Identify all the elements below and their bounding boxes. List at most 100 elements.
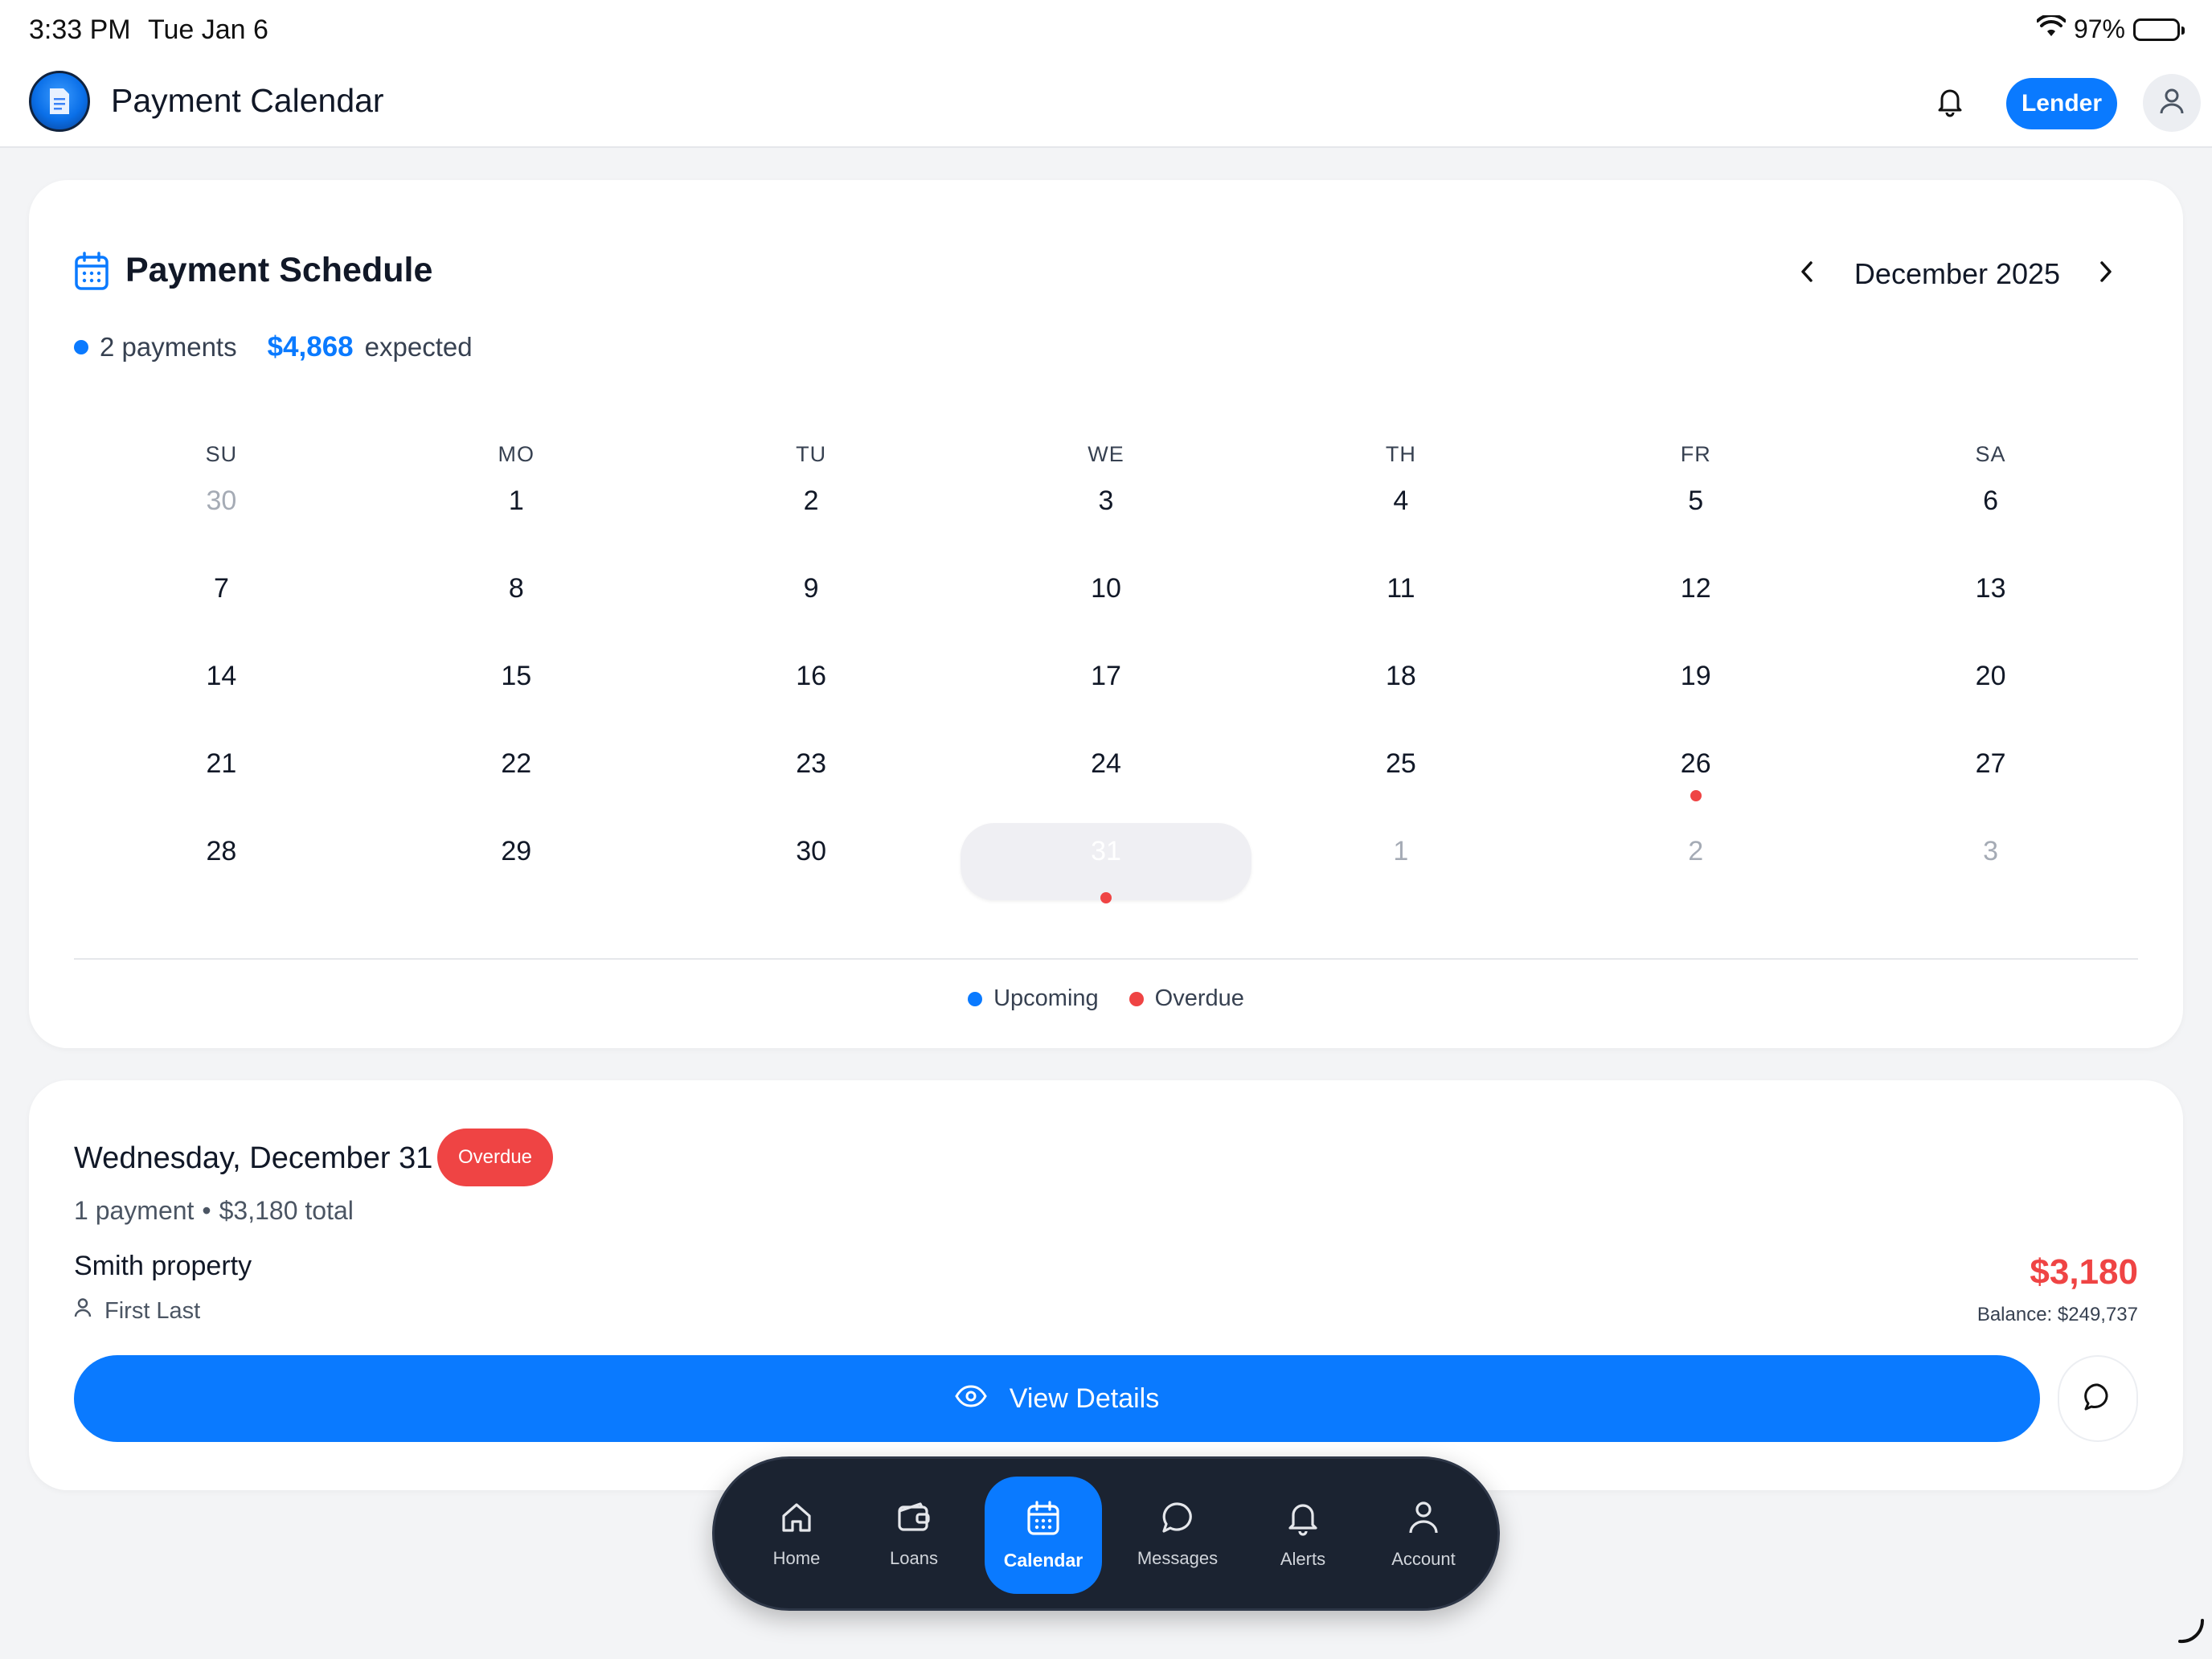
calendar-day[interactable]: 25 xyxy=(1253,739,1548,826)
day-number: 20 xyxy=(1975,661,2006,691)
battery-percent: 97% xyxy=(2073,14,2125,43)
calendar-day[interactable]: 2 xyxy=(1548,826,1843,914)
day-number: 5 xyxy=(1688,485,1704,516)
previous-month-button[interactable] xyxy=(1784,251,1829,296)
tab-loans[interactable]: Loans xyxy=(864,1483,964,1586)
calendar-day[interactable]: 13 xyxy=(1843,563,2138,651)
tab-account[interactable]: Account xyxy=(1367,1483,1480,1586)
bell-icon xyxy=(1936,85,1964,121)
legend-item: Upcoming xyxy=(968,985,1099,1012)
calendar-day[interactable]: 5 xyxy=(1548,476,1843,563)
calendar-day[interactable]: 9 xyxy=(664,563,959,651)
day-number: 17 xyxy=(1091,661,1121,691)
notifications-button[interactable] xyxy=(1926,79,1974,127)
calendar-day[interactable]: 18 xyxy=(1253,651,1548,739)
day-number: 1 xyxy=(1393,836,1409,866)
legend-dot xyxy=(968,991,983,1006)
calendar-day[interactable]: 23 xyxy=(664,739,959,826)
day-number: 14 xyxy=(206,661,237,691)
day-number: 30 xyxy=(796,836,827,866)
weekday-label: FR xyxy=(1680,442,1711,466)
message-button[interactable] xyxy=(2058,1355,2138,1442)
calendar-day[interactable]: 27 xyxy=(1843,739,2138,826)
day-number: 2 xyxy=(1688,836,1704,866)
calendar-day[interactable]: 1 xyxy=(369,476,664,563)
calendar-day[interactable]: 22 xyxy=(369,739,664,826)
calendar-day[interactable]: 7 xyxy=(74,563,369,651)
day-number: 28 xyxy=(206,836,237,866)
day-number: 8 xyxy=(508,573,524,604)
payments-count: 2 payments xyxy=(100,332,237,362)
day-number: 6 xyxy=(1983,485,1999,516)
tab-messages-label: Messages xyxy=(1137,1548,1219,1568)
payment-detail-card: Wednesday, December 31 Overdue 1 payment… xyxy=(29,1080,2183,1490)
profile-button[interactable] xyxy=(2143,74,2201,132)
calendar-day[interactable]: 2 xyxy=(664,476,959,563)
tab-account-label: Account xyxy=(1391,1549,1456,1569)
calendar-day[interactable]: 11 xyxy=(1253,563,1548,651)
wallet-icon xyxy=(896,1500,932,1540)
day-number: 22 xyxy=(501,748,532,779)
calendar-day[interactable]: 30 xyxy=(74,476,369,563)
calendar-day[interactable]: 24 xyxy=(959,739,1254,826)
month-label: December 2025 xyxy=(1854,257,2061,290)
calendar-day[interactable]: 16 xyxy=(664,651,959,739)
status-indicators: 97% xyxy=(2035,13,2185,44)
day-number: 21 xyxy=(206,748,237,779)
borrower-name: First Last xyxy=(104,1297,201,1324)
day-number: 7 xyxy=(213,573,229,604)
calendar-day[interactable]: 21 xyxy=(74,739,369,826)
calendar-day[interactable]: 8 xyxy=(369,563,664,651)
battery-icon xyxy=(2133,18,2185,41)
calendar-day[interactable]: 20 xyxy=(1843,651,2138,739)
detail-summary: 1 payment • $3,180 total xyxy=(74,1196,354,1226)
calendar-day[interactable]: 15 xyxy=(369,651,664,739)
tab-home[interactable]: Home xyxy=(747,1483,846,1586)
user-icon xyxy=(2159,88,2185,119)
upcoming-dot xyxy=(74,340,88,354)
calendar-day[interactable]: 12 xyxy=(1548,563,1843,651)
calendar-day[interactable]: 3 xyxy=(959,476,1254,563)
tab-calendar[interactable]: Calendar xyxy=(985,1477,1102,1594)
day-number: 11 xyxy=(1387,573,1415,604)
calendar-day[interactable]: 14 xyxy=(74,651,369,739)
calendar-day[interactable]: 6 xyxy=(1843,476,2138,563)
calendar-day[interactable]: 1 xyxy=(1253,826,1548,914)
overdue-payment-dot xyxy=(1690,790,1702,801)
tab-alerts-label: Alerts xyxy=(1280,1549,1326,1569)
calendar-day[interactable]: 19 xyxy=(1548,651,1843,739)
day-number: 3 xyxy=(1983,836,1999,866)
tab-messages[interactable]: Messages xyxy=(1115,1483,1240,1586)
calendar-day[interactable]: 4 xyxy=(1253,476,1548,563)
calendar-icon xyxy=(74,251,109,295)
calendar-day-selected[interactable]: 31 xyxy=(959,823,1254,914)
calendar-day[interactable]: 26 xyxy=(1548,739,1843,826)
calendar-day[interactable]: 10 xyxy=(959,563,1254,651)
calendar-day[interactable]: 3 xyxy=(1843,826,2138,914)
day-number: 3 xyxy=(1098,485,1114,516)
weekday-label: TH xyxy=(1385,442,1416,466)
calendar-day[interactable]: 28 xyxy=(74,826,369,914)
home-icon xyxy=(779,1500,814,1540)
tab-calendar-label: Calendar xyxy=(1003,1549,1083,1571)
role-button[interactable]: Lender xyxy=(2006,78,2117,129)
calendar-day[interactable]: 29 xyxy=(369,826,664,914)
expected-label: expected xyxy=(364,332,473,362)
tab-alerts[interactable]: Alerts xyxy=(1253,1483,1353,1586)
status-bar: 3:33 PM Tue Jan 6 97% xyxy=(0,0,2212,64)
tab-bar: Home Loans Calendar Messages Alerts Acco… xyxy=(712,1456,1500,1611)
next-month-button[interactable] xyxy=(2083,251,2128,296)
tab-loans-label: Loans xyxy=(890,1548,938,1568)
calendar-day[interactable]: 30 xyxy=(664,826,959,914)
view-details-button[interactable]: View Details xyxy=(74,1355,2040,1442)
day-number: 30 xyxy=(206,485,237,516)
day-number: 4 xyxy=(1393,485,1409,516)
day-number: 29 xyxy=(501,836,532,866)
legend-dot xyxy=(1129,991,1144,1006)
calendar-grid: 30 1 2 3 4 5 6 7 8 9 10 11 12 13 14 15 16 17 18 19 20 21 22 23 2… xyxy=(74,476,2138,914)
overdue-payment-dot xyxy=(1100,892,1112,903)
calendar-day[interactable]: 17 xyxy=(959,651,1254,739)
day-number: 12 xyxy=(1680,573,1711,604)
legend-label: Overdue xyxy=(1154,985,1244,1011)
day-number: 25 xyxy=(1385,748,1416,779)
